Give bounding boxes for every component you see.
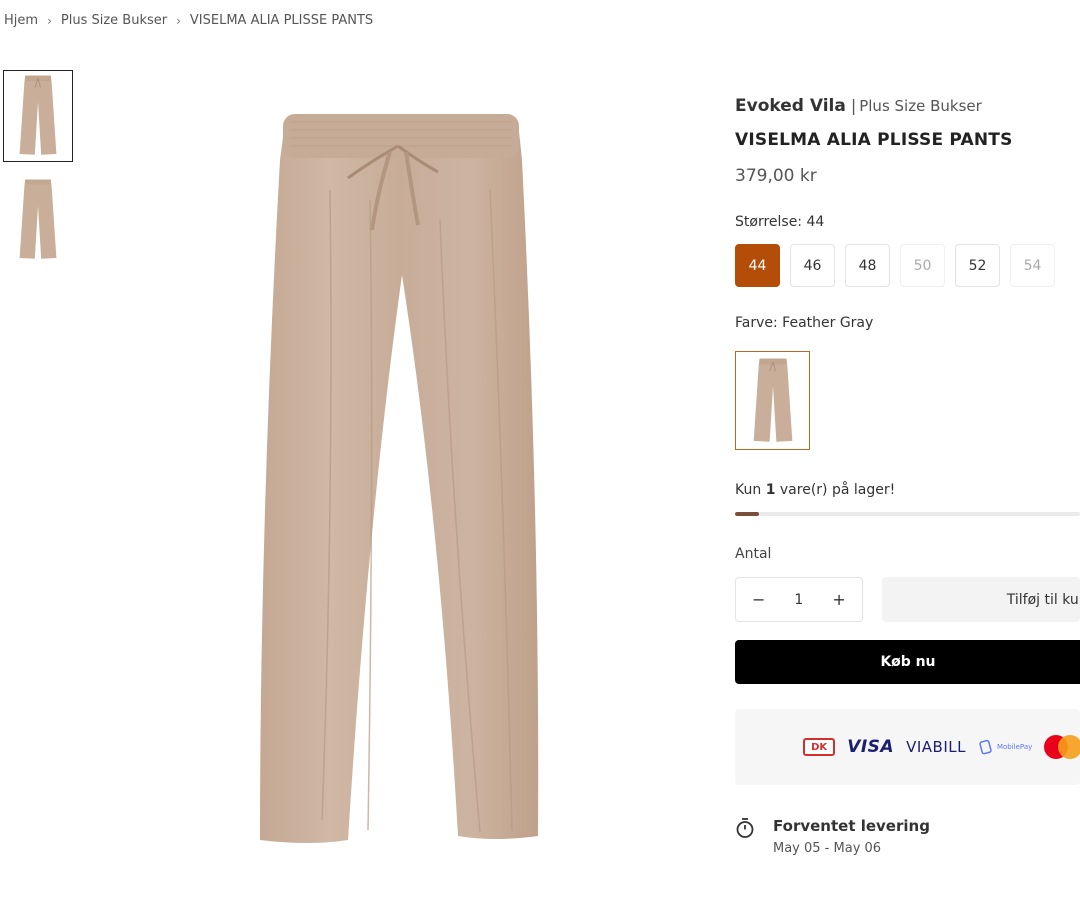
- brand-name[interactable]: Evoked Vila: [735, 96, 846, 116]
- size-option-46[interactable]: 46: [790, 244, 835, 287]
- add-to-cart-button[interactable]: Tilføj til kurv: [881, 577, 1080, 622]
- breadcrumb-category-link[interactable]: Plus Size Bukser: [61, 13, 167, 28]
- size-option-48[interactable]: 48: [845, 244, 890, 287]
- size-selector: 44 46 48 50 52 54: [735, 244, 1080, 287]
- delivery-estimate: Forventet levering May 05 - May 06: [735, 817, 1080, 856]
- stopwatch-icon: [736, 818, 754, 838]
- stock-progress-fill: [735, 512, 760, 516]
- mastercard-icon: [1044, 735, 1080, 759]
- pants-front-thumbnail-image: [19, 75, 57, 155]
- size-label: Størrelse: 44: [735, 214, 825, 230]
- payment-methods: DK VISA VIABILL MobilePay: [735, 709, 1080, 785]
- product-price: 379,00 kr: [735, 166, 817, 186]
- product-title: VISELMA ALIA PLISSE PANTS: [735, 130, 1013, 150]
- breadcrumb-current: VISELMA ALIA PLISSE PANTS: [189, 13, 374, 28]
- brand-line: Evoked Vila | Plus Size Bukser: [735, 96, 1080, 116]
- pants-back-thumbnail-image: [19, 179, 57, 259]
- stock-count: 1: [765, 482, 776, 498]
- thumbnail-front[interactable]: [3, 70, 73, 162]
- brand-separator: |: [850, 96, 857, 115]
- delivery-title: Forventet levering: [773, 817, 930, 835]
- product-info: Evoked Vila | Plus Size Bukser VISELMA ALI…: [735, 96, 1080, 856]
- stock-message: Kun 1 vare(r) på lager!: [735, 482, 896, 498]
- quantity-decrease-button[interactable]: −: [752, 590, 765, 609]
- main-product-image[interactable]: [250, 100, 550, 860]
- chevron-right-icon: ›: [176, 13, 181, 28]
- quantity-label: Antal: [735, 546, 772, 562]
- size-option-50[interactable]: 50: [900, 244, 945, 287]
- quantity-value[interactable]: 1: [794, 592, 803, 608]
- color-label: Farve: Feather Gray: [735, 315, 874, 331]
- thumbnail-gallery: [3, 70, 73, 278]
- delivery-dates: May 05 - May 06: [773, 841, 882, 856]
- chevron-right-icon: ›: [47, 13, 52, 28]
- breadcrumb-home-link[interactable]: Hjem: [4, 13, 38, 28]
- product-category[interactable]: Plus Size Bukser: [859, 97, 982, 115]
- breadcrumb: Hjem › Plus Size Bukser › VISELMA ALIA P…: [4, 13, 373, 28]
- viabill-icon: VIABILL: [906, 738, 966, 756]
- pants-main-image: [260, 114, 539, 843]
- buy-now-button[interactable]: Køb nu: [735, 640, 1080, 684]
- quantity-stepper: − 1 +: [735, 577, 863, 622]
- dankort-icon: DK: [803, 738, 836, 756]
- color-swatch-feather-gray[interactable]: [735, 351, 810, 450]
- quantity-row: − 1 + Tilføj til kurv: [735, 577, 1080, 622]
- size-option-44[interactable]: 44: [735, 244, 780, 287]
- pants-swatch-image: [753, 358, 792, 442]
- thumbnail-back[interactable]: [3, 174, 73, 266]
- visa-icon: VISA: [847, 737, 895, 757]
- stock-progress-bar: [735, 512, 1080, 516]
- mobilepay-icon: MobilePay: [978, 739, 1032, 755]
- quantity-increase-button[interactable]: +: [832, 590, 845, 609]
- size-option-52[interactable]: 52: [955, 244, 1000, 287]
- size-option-54[interactable]: 54: [1010, 244, 1055, 287]
